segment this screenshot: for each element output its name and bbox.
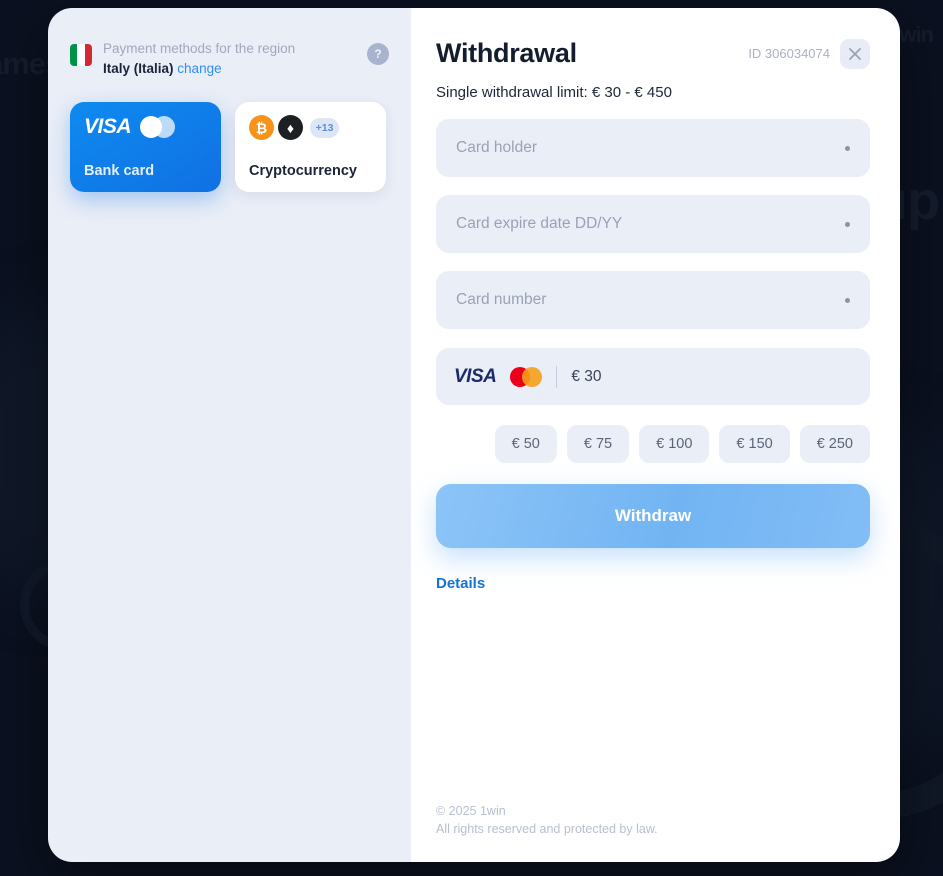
amount-input[interactable]: VISA € 30 [436,348,870,405]
quick-amount-chip[interactable]: € 50 [494,425,557,463]
amount-divider [556,365,558,388]
required-dot-icon [845,221,850,227]
quick-amount-chip[interactable]: € 250 [799,425,870,463]
form-header: Withdrawal ID 306034074 [436,38,870,69]
payment-methods-panel: Payment methods for the region Italy (It… [48,8,411,862]
payment-method-cryptocurrency[interactable]: ₿ ♦ +13 Cryptocurrency [235,102,386,193]
change-region-link[interactable]: change [177,61,221,76]
region-text: Payment methods for the region Italy (It… [103,38,356,78]
footer: © 2025 1win All rights reserved and prot… [436,802,658,838]
payment-method-label: Cryptocurrency [249,163,357,180]
visa-logo: VISA [84,115,132,139]
card-expire-date-input[interactable]: Card expire date DD/YY [436,195,870,253]
quick-amount-chip[interactable]: € 100 [639,425,710,463]
transaction-id: ID 306034074 [748,46,830,61]
quick-amount-chip[interactable]: € 150 [719,425,790,463]
payment-method-bank-card[interactable]: VISA Bank card [70,102,221,193]
quick-amount-chip[interactable]: € 75 [566,425,630,463]
details-link[interactable]: Details [436,575,485,592]
visa-logo: VISA [454,365,497,387]
region-row: Payment methods for the region Italy (It… [70,38,389,78]
mastercard-logo [140,116,176,139]
italy-flag-icon [70,44,92,66]
footer-rights: All rights reserved and protected by law… [436,821,658,836]
withdraw-button[interactable]: Withdraw [436,484,870,548]
card-holder-placeholder: Card holder [456,139,537,156]
backdrop-text-win: \win [894,22,934,47]
withdrawal-limit-text: Single withdrawal limit: € 30 - € 450 [436,84,672,101]
region-country: Italy (Italia) change [103,60,356,78]
payment-method-grid: VISA Bank card ₿ ♦ +13 Cryptocurrency [70,102,389,193]
region-country-label: Italy (Italia) [103,61,174,77]
quick-amount-chips: € 50 € 75 € 100 € 150 € 250 [436,425,870,463]
payment-method-label: Bank card [84,163,155,180]
question-mark-icon[interactable]: ? [367,43,389,65]
close-icon[interactable] [840,38,870,69]
withdrawal-form-panel: Withdrawal ID 306034074 Single withdrawa… [411,8,900,862]
ethereum-icon: ♦ [278,115,303,141]
region-title: Payment methods for the region [103,41,296,56]
bank-card-logos: VISA [84,115,207,139]
withdrawal-modal: Payment methods for the region Italy (It… [48,8,900,862]
required-dot-icon [845,297,850,303]
card-number-placeholder: Card number [456,291,547,308]
page-title: Withdrawal [436,38,577,68]
more-coins-badge: +13 [310,117,339,138]
card-number-input[interactable]: Card number [436,271,870,329]
bitcoin-icon: ₿ [249,115,274,141]
crypto-logos: ₿ ♦ +13 [249,115,372,141]
footer-copyright: © 2025 1win [436,803,506,818]
mastercard-logo [510,366,543,387]
card-holder-input[interactable]: Card holder [436,119,870,177]
amount-value: € 30 [571,367,602,385]
required-dot-icon [845,145,850,151]
card-expire-date-placeholder: Card expire date DD/YY [456,215,623,232]
